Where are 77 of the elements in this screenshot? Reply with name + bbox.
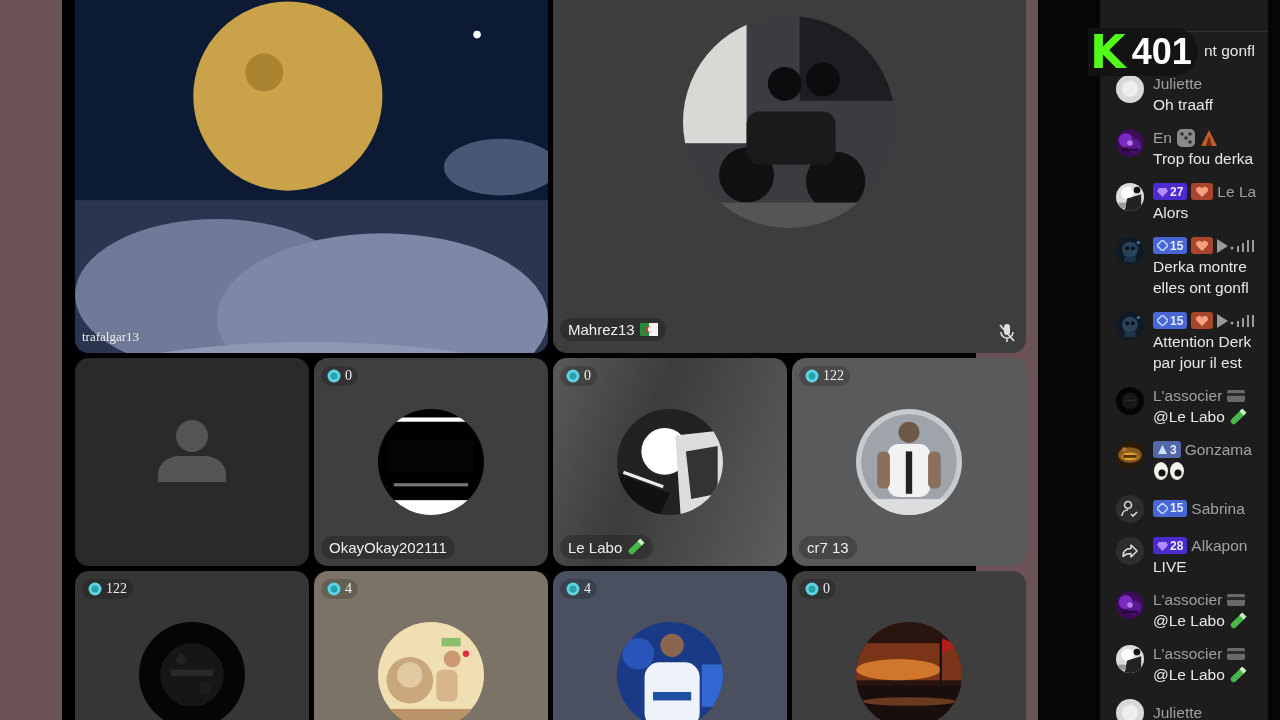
- level-number: 15: [1170, 501, 1184, 515]
- card-icon: [1226, 591, 1247, 608]
- chat-message: nt gonfl: [1204, 41, 1256, 61]
- card-icon: [1226, 387, 1247, 404]
- chat-message: Oh traaff: [1153, 95, 1214, 115]
- chat-message: Alors: [1153, 203, 1190, 223]
- chat-username[interactable]: Juliette: [1153, 73, 1203, 94]
- diamond-icon: [1157, 502, 1168, 514]
- diamond-icon: [1157, 315, 1168, 326]
- avatar-icon: [1116, 699, 1144, 720]
- score-count: 122: [106, 581, 127, 597]
- guest-name: trafalgar13: [82, 329, 140, 345]
- chat-message: LIVE: [1153, 557, 1188, 577]
- gift-score-icon: [805, 582, 819, 596]
- chat-message: par jour il est: [1153, 353, 1243, 373]
- tent-icon: [1199, 128, 1218, 147]
- guest-name: Le Labo: [560, 535, 654, 559]
- follow-icon: [1116, 495, 1144, 523]
- guest-tile[interactable]: 0 OkayOkay202111: [314, 358, 548, 566]
- share-icon: [1116, 537, 1144, 565]
- dice-icon: [1175, 127, 1196, 148]
- chat-username[interactable]: Le La: [1217, 181, 1257, 202]
- chat-username[interactable]: Gonzama: [1184, 439, 1252, 460]
- guest-tile[interactable]: 4: [553, 571, 787, 720]
- score-count: 0: [584, 368, 591, 384]
- guest-name: cr7 13: [799, 536, 857, 559]
- level-number: 27: [1170, 184, 1184, 199]
- guest-tile[interactable]: Mahrez13: [553, 0, 1026, 353]
- level-number: 15: [1170, 313, 1184, 328]
- gift-score-icon: [566, 369, 580, 383]
- gift-score-icon: [327, 582, 341, 596]
- chat-message: Attention Derk: [1153, 332, 1253, 352]
- level-number: 28: [1170, 538, 1184, 553]
- chat-message: Trop fou derka: [1153, 149, 1254, 169]
- gem-icon: [1157, 186, 1168, 197]
- card-icon: [1226, 645, 1247, 662]
- score-count: 0: [345, 368, 352, 384]
- chat-username[interactable]: Juliette: [1153, 701, 1203, 720]
- chat-username[interactable]: L'associer: [1153, 643, 1223, 664]
- chat-username[interactable]: En: [1153, 127, 1172, 148]
- guest-tile[interactable]: 4: [314, 571, 548, 720]
- avatar-icon: [1116, 75, 1144, 103]
- chat-message: @Le Labo: [1153, 665, 1225, 685]
- score-count: 0: [823, 581, 830, 597]
- gift-score-icon: [566, 582, 580, 596]
- gift-score-icon: [327, 369, 341, 383]
- eyes-icon: [1153, 460, 1185, 481]
- person-icon: [158, 420, 226, 482]
- viewer-count: 401: [1131, 34, 1192, 70]
- guest-tile[interactable]: 0 Le Labo: [553, 358, 787, 566]
- logo: K: [1090, 29, 1126, 75]
- chat-message: Derka montre: [1153, 257, 1248, 277]
- chat-username[interactable]: L'associer: [1153, 589, 1223, 610]
- score-count: 4: [345, 581, 352, 597]
- chat-username[interactable]: Alkapon: [1191, 535, 1248, 556]
- flag-icon: [639, 323, 658, 336]
- guest-tile[interactable]: 0: [792, 571, 1026, 720]
- guest-name: OkayOkay202111: [321, 536, 455, 559]
- guest-tile[interactable]: 122 cr7 13: [792, 358, 1026, 566]
- diamond-icon: [1157, 240, 1168, 251]
- guest-name: Mahrez13: [560, 318, 666, 341]
- empty-seat-tile[interactable]: [75, 358, 309, 566]
- score-count: 122: [823, 368, 844, 384]
- gem-icon: [1157, 540, 1168, 551]
- chat-message: @Le Labo: [1153, 407, 1225, 427]
- chat-username[interactable]: Sabrina: [1191, 497, 1245, 519]
- gift-score-icon: [805, 369, 819, 383]
- level-number: 3: [1170, 442, 1177, 457]
- chat-message: @Le Labo: [1153, 611, 1225, 631]
- chat-message: elles ont gonfl: [1153, 278, 1250, 298]
- video-tile[interactable]: trafalgar13: [75, 0, 548, 353]
- chat-username[interactable]: L'associer: [1153, 385, 1223, 406]
- level-number: 15: [1170, 238, 1184, 253]
- score-count: 4: [584, 581, 591, 597]
- guest-tile[interactable]: 122: [75, 571, 309, 720]
- gift-score-icon: [88, 582, 102, 596]
- triangle-icon: [1157, 444, 1168, 455]
